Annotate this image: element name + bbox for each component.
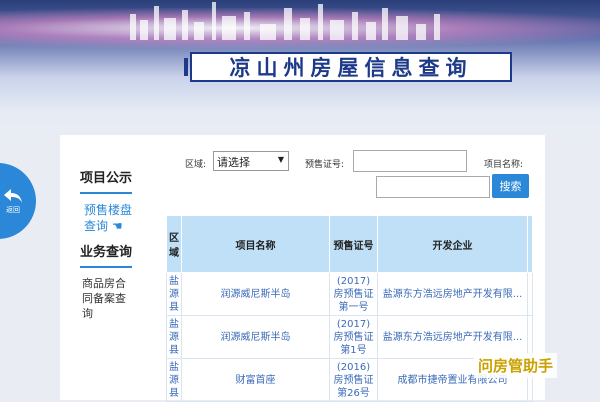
- nav-heading-project: 项目公示: [80, 170, 132, 194]
- permit-label: 预售证号:: [305, 160, 345, 170]
- cell-region: 盐源县: [166, 315, 182, 359]
- cell-project[interactable]: 润源威尼斯半岛: [181, 315, 330, 359]
- cell-extra: [527, 272, 533, 316]
- permit-input[interactable]: [353, 150, 467, 172]
- project-name-input[interactable]: [376, 176, 490, 198]
- left-nav: 项目公示 预售楼盘查询 ☚ 业务查询 商品房合同备案查询: [80, 170, 132, 321]
- column-header-region: 区域: [166, 215, 182, 273]
- region-select-value: 请选择: [217, 156, 250, 169]
- cell-region: 盐源县: [166, 358, 182, 402]
- region-label: 区域:: [185, 160, 207, 170]
- watermark: 问房管助手: [474, 353, 558, 378]
- chevron-down-icon: ▼: [277, 155, 284, 164]
- back-button-label: 返回: [6, 206, 20, 214]
- region-select[interactable]: 请选择 ▼: [213, 151, 289, 171]
- cell-permit: (2016)房预售证第26号: [329, 358, 378, 402]
- city-skyline-image: [130, 2, 440, 40]
- cell-permit: (2017)房预售证第一号: [329, 272, 378, 316]
- column-header-permit: 预售证号: [329, 215, 378, 273]
- cell-region: 盐源县: [166, 272, 182, 316]
- table-row[interactable]: 盐源县 润源威尼斯半岛 (2017)房预售证第一号 盐源东方浩远房地产开发有限.…: [166, 272, 533, 316]
- nav-heading-business: 业务查询: [80, 244, 132, 268]
- column-header-extra: [527, 215, 533, 273]
- back-arrow-icon: [4, 189, 22, 203]
- cell-project[interactable]: 财富首座: [181, 358, 330, 402]
- cell-developer: 盐源东方浩远房地产开发有限...: [377, 272, 528, 316]
- column-header-developer: 开发企业: [377, 215, 528, 273]
- back-button[interactable]: 返回: [0, 163, 36, 239]
- column-header-project: 项目名称: [181, 215, 330, 273]
- header-banner: 凉山州房屋信息查询: [0, 0, 600, 140]
- search-button[interactable]: 搜索: [492, 174, 529, 198]
- nav-item-presale-query[interactable]: 预售楼盘查询 ☚: [80, 202, 132, 234]
- page-title: 凉山州房屋信息查询: [184, 52, 512, 82]
- project-label: 项目名称:: [484, 160, 524, 170]
- table-header-row: 区域 项目名称 预售证号 开发企业: [166, 215, 533, 273]
- cell-permit: (2017)房预售证第1号: [329, 315, 378, 359]
- nav-item-contract-query[interactable]: 商品房合同备案查询: [80, 276, 132, 321]
- cell-project[interactable]: 润源威尼斯半岛: [181, 272, 330, 316]
